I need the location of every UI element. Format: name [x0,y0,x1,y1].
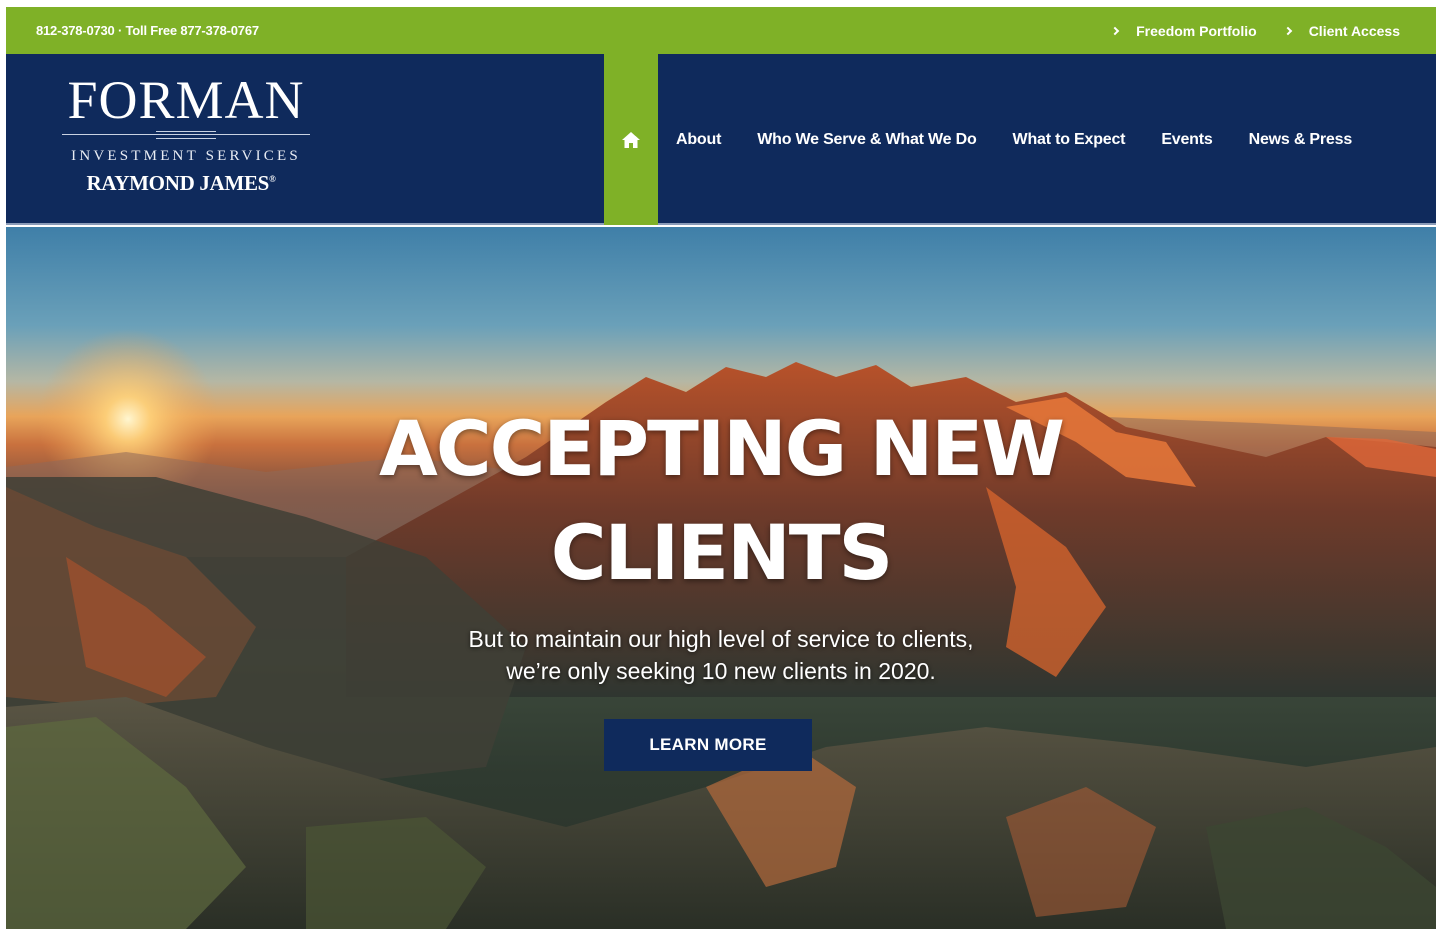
utility-bar: 812-378-0730 · Toll Free 877-378-0767 Fr… [6,7,1436,54]
nav-item-what-to-expect[interactable]: What to Expect [995,131,1144,149]
hero-headline: ACCEPTING NEW CLIENTS [379,404,1065,597]
freedom-portfolio-label: Freedom Portfolio [1136,22,1257,39]
phone-numbers: 812-378-0730 · Toll Free 877-378-0767 [36,23,259,38]
logo-partner: RAYMOND JAMES® [46,171,316,196]
client-access-link[interactable]: Client Access [1283,22,1400,39]
hero-banner: ACCEPTING NEW CLIENTS But to maintain ou… [6,227,1436,929]
nav-item-who-we-serve[interactable]: Who We Serve & What We Do [739,131,994,149]
nav-home[interactable] [604,54,658,225]
nav-item-about[interactable]: About [658,131,739,149]
chevron-right-icon [1110,26,1120,35]
logo-divider [62,130,310,140]
learn-more-button[interactable]: LEARN MORE [604,719,812,771]
chevron-right-icon [1283,26,1292,35]
page: 812-378-0730 · Toll Free 877-378-0767 Fr… [6,7,1436,929]
site-header: FORMAN INVESTMENT SERVICES RAYMOND JAMES… [6,54,1436,225]
logo-partner-mark: ® [269,174,276,184]
site-logo[interactable]: FORMAN INVESTMENT SERVICES RAYMOND JAMES… [56,72,316,196]
main-nav: About Who We Serve & What We Do What to … [658,54,1370,225]
nav-item-events[interactable]: Events [1143,131,1230,149]
logo-subtitle: INVESTMENT SERVICES [71,148,301,164]
logo-partner-name: RAYMOND JAMES [86,171,270,195]
hero-subheading-line-1: But to maintain our high level of servic… [468,626,974,652]
hero-content: ACCEPTING NEW CLIENTS But to maintain ou… [6,397,1436,771]
nav-item-news-press[interactable]: News & Press [1231,131,1370,149]
hero-subheading-line-2: we’re only seeking 10 new clients in 202… [506,658,936,684]
logo-name: FORMAN [67,70,305,130]
hero-subheading: But to maintain our high level of servic… [401,623,1041,687]
freedom-portfolio-link[interactable]: Freedom Portfolio [1110,22,1257,39]
home-icon [622,131,640,148]
utility-links: Freedom Portfolio Client Access [1110,22,1400,39]
client-access-label: Client Access [1308,22,1400,39]
